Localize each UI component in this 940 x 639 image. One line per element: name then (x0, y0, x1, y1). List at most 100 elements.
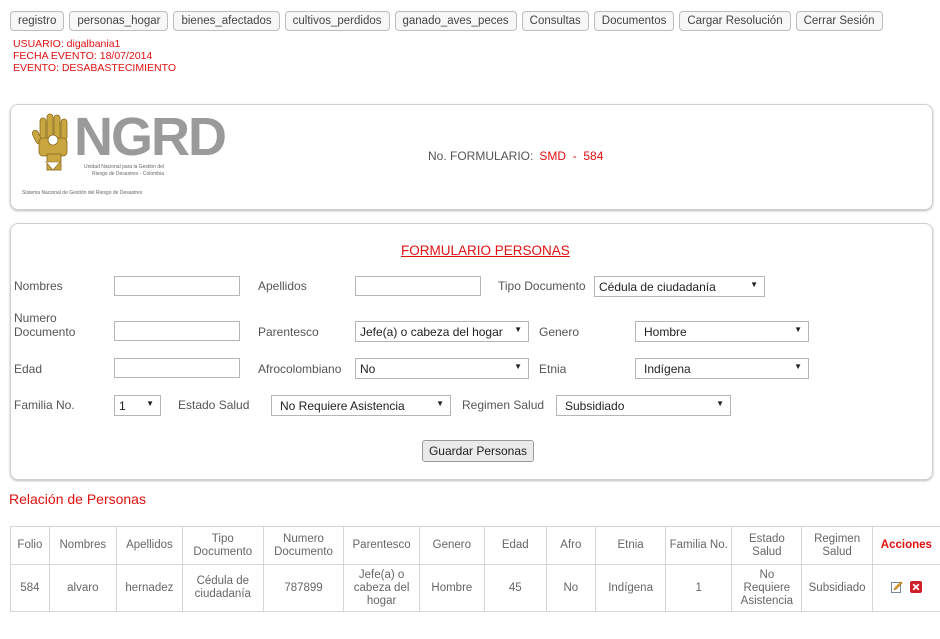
header-estado-salud: Estado Salud (731, 526, 803, 565)
label-apellidos: Apellidos (258, 279, 307, 293)
tab-cultivos-perdidos[interactable]: cultivos_perdidos (284, 11, 390, 31)
afrocolombiano-value: No (360, 362, 376, 376)
header-numero-documento: Numero Documento (262, 526, 345, 565)
cell-familia: 1 (665, 564, 733, 612)
header-folio: Folio (10, 526, 50, 565)
label-estado-salud: Estado Salud (178, 398, 250, 412)
tab-cerrar-sesion[interactable]: Cerrar Sesión (795, 11, 883, 31)
chevron-down-icon: ▼ (436, 399, 444, 408)
cell-folio: 584 (10, 564, 50, 612)
header-apellidos: Apellidos (115, 526, 183, 565)
label-etnia: Etnia (539, 362, 567, 376)
regimen-salud-select[interactable]: Subsidiado ▼ (556, 395, 731, 416)
nombres-input[interactable] (114, 276, 240, 296)
logo-subtitle-2: Riesgo de Desastres - Colombia (92, 171, 164, 177)
cell-parentesco: Jefe(a) o cabeza del hogar (343, 564, 420, 612)
chevron-down-icon: ▼ (750, 280, 758, 289)
header-nombres: Nombres (48, 526, 117, 565)
usuario-text: USUARIO: digalbania1 (13, 38, 121, 50)
genero-select[interactable]: Hombre ▼ (635, 321, 809, 342)
label-nombres: Nombres (14, 279, 63, 293)
header-etnia: Etnia (594, 526, 667, 565)
fecha-evento-text: FECHA EVENTO: 18/07/2014 (13, 50, 153, 62)
tab-documentos[interactable]: Documentos (593, 11, 675, 31)
header-tipo-documento: Tipo Documento (181, 526, 264, 565)
cell-nombres: alvaro (48, 564, 117, 612)
cell-regimen-salud: Subsidiado (801, 564, 873, 612)
label-documento: Documento (14, 325, 76, 339)
chevron-down-icon: ▼ (794, 325, 802, 334)
formulario-label: No. FORMULARIO: (428, 149, 534, 163)
logo-subtitle-3: Sistema Nacional de Gestión del Riesgo d… (22, 190, 143, 196)
chevron-down-icon: ▼ (716, 399, 724, 408)
user-info: USUARIO: digalbania1 FECHA EVENTO: 18/07… (13, 38, 176, 74)
familia-select[interactable]: 1 ▼ (114, 395, 161, 416)
chevron-down-icon: ▼ (794, 362, 802, 371)
edit-icon[interactable] (890, 581, 903, 594)
label-edad: Edad (14, 362, 43, 376)
form-personas-panel: FORMULARIO PERSONAS Nombres Apellidos Ti… (10, 223, 933, 480)
cell-edad: 45 (483, 564, 547, 612)
tab-registro[interactable]: registro (10, 11, 65, 31)
label-tipo-documento: Tipo Documento (498, 279, 586, 293)
header-edad: Edad (483, 526, 547, 565)
tab-cargar-resolucion[interactable]: Cargar Resolución (679, 11, 791, 31)
header-acciones: Acciones (871, 526, 940, 565)
genero-value: Hombre (644, 325, 687, 339)
tab-personas-hogar[interactable]: personas_hogar (69, 11, 169, 31)
evento-text: EVENTO: DESABASTECIMIENTO (13, 62, 176, 74)
cell-tipo-documento: Cédula de ciudadanía (181, 564, 264, 612)
regimen-salud-value: Subsidiado (565, 399, 625, 413)
relacion-personas-title: Relación de Personas (9, 491, 146, 507)
logo-subtitle-1: Unidad Nacional para la Gestión del (84, 164, 165, 170)
cell-genero: Hombre (418, 564, 485, 612)
cell-estado-salud: No Requiere Asistencia (731, 564, 803, 612)
table-row: 584 alvaro hernadez Cédula de ciudadanía… (10, 564, 940, 612)
ngrd-logo: NGRD Unidad Nacional para la Gestión del… (20, 107, 227, 202)
familia-value: 1 (119, 399, 126, 413)
label-regimen-salud: Regimen Salud (462, 398, 545, 412)
label-parentesco: Parentesco (258, 325, 319, 339)
label-genero: Genero (539, 325, 580, 339)
etnia-value: Indígena (644, 362, 691, 376)
personas-table: Folio Nombres Apellidos Tipo Documento N… (10, 526, 940, 612)
tipo-documento-select[interactable]: Cédula de ciudadanía ▼ (594, 276, 765, 297)
cell-apellidos: hernadez (115, 564, 183, 612)
cell-acciones (871, 564, 940, 612)
tab-ganado-aves-peces[interactable]: ganado_aves_peces (394, 11, 517, 31)
parentesco-value: Jefe(a) o cabeza del hogar (360, 325, 503, 339)
cell-etnia: Indígena (594, 564, 667, 612)
header-genero: Genero (418, 526, 485, 565)
cell-numero-documento: 787899 (262, 564, 345, 612)
chevron-down-icon: ▼ (146, 399, 154, 408)
etnia-select[interactable]: Indígena ▼ (635, 358, 809, 379)
estado-salud-value: No Requiere Asistencia (280, 399, 405, 413)
logo-wordmark: NGRD (74, 107, 227, 167)
cell-afro: No (545, 564, 596, 612)
chevron-down-icon: ▼ (514, 325, 522, 334)
formulario-number: No. FORMULARIO: SMD - 584 (428, 149, 603, 163)
header-parentesco: Parentesco (343, 526, 420, 565)
chevron-down-icon: ▼ (514, 362, 522, 371)
numero-documento-input[interactable] (114, 321, 240, 341)
apellidos-input[interactable] (355, 276, 481, 296)
header-familia: Familia No. (665, 526, 733, 565)
delete-icon[interactable] (909, 581, 922, 594)
header-regimen-salud: Regimen Salud (801, 526, 873, 565)
formulario-value: SMD - 584 (539, 149, 604, 163)
edad-input[interactable] (114, 358, 240, 378)
tipo-documento-value: Cédula de ciudadanía (599, 280, 716, 294)
tab-consultas[interactable]: Consultas (521, 11, 589, 31)
header-afro: Afro (545, 526, 596, 565)
tab-bienes-afectados[interactable]: bienes_afectados (173, 11, 280, 31)
guardar-personas-button[interactable]: Guardar Personas (422, 440, 534, 462)
header-panel: NGRD Unidad Nacional para la Gestión del… (10, 104, 933, 210)
estado-salud-select[interactable]: No Requiere Asistencia ▼ (271, 395, 451, 416)
label-familia: Familia No. (14, 398, 75, 412)
parentesco-select[interactable]: Jefe(a) o cabeza del hogar ▼ (355, 321, 529, 342)
label-afrocolombiano: Afrocolombiano (258, 362, 342, 376)
label-numero: Numero (14, 311, 57, 325)
table-header-row: Folio Nombres Apellidos Tipo Documento N… (10, 526, 940, 565)
afrocolombiano-select[interactable]: No ▼ (355, 358, 529, 379)
form-title: FORMULARIO PERSONAS (401, 243, 570, 258)
